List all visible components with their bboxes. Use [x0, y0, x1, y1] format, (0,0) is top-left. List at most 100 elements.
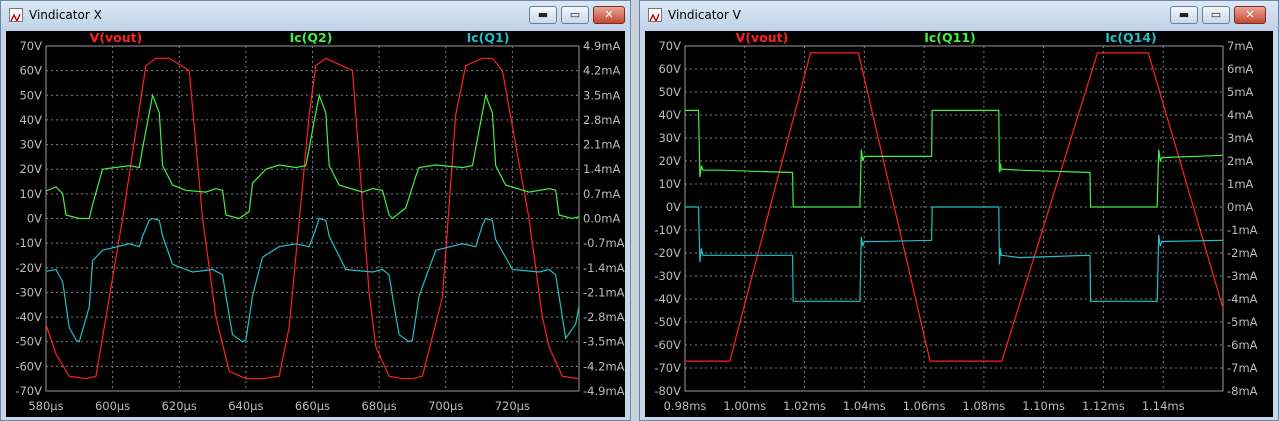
y2-tick-label: -1mA — [1227, 223, 1258, 237]
y2-tick-label: 1mA — [1227, 177, 1254, 191]
y2-tick-label: 3mA — [1227, 131, 1254, 145]
minimize-button[interactable]: ▬ — [1170, 6, 1198, 24]
restore-button[interactable]: ▭ — [561, 6, 589, 24]
minimize-icon: ▬ — [1178, 8, 1190, 21]
y2-tick-label: -5mA — [1227, 315, 1258, 329]
x-tick-label: 660µs — [295, 399, 330, 413]
y2-tick-label: -7mA — [1227, 361, 1258, 375]
y2-tick-label: -4.2mA — [583, 359, 625, 373]
x-tick-label: 1.10ms — [1022, 399, 1065, 413]
y2-tick-label: -2.8mA — [583, 310, 625, 324]
y-tick-label: 50V — [19, 88, 42, 102]
legend-ic-q2-: Ic(Q2) — [290, 31, 333, 45]
waveform-app-icon — [648, 8, 662, 22]
y-tick-label: 20V — [658, 154, 681, 168]
y-tick-label: 0V — [666, 200, 681, 214]
y2-tick-label: -0.7mA — [583, 236, 625, 250]
y-tick-label: -50V — [15, 335, 42, 349]
x-tick-label: 1.08ms — [962, 399, 1005, 413]
minimize-button[interactable]: ▬ — [529, 6, 557, 24]
y2-tick-label: 2.1mA — [583, 138, 620, 152]
y-tick-label: -70V — [654, 361, 681, 375]
x-tick-label: 720µs — [495, 399, 530, 413]
y2-tick-label: -2mA — [1227, 246, 1258, 260]
y-tick-label: -70V — [15, 384, 42, 398]
y2-tick-label: -2.1mA — [583, 285, 625, 299]
waveform-app-icon — [9, 8, 23, 22]
y-tick-label: 60V — [19, 64, 42, 78]
window-title: Vindicator X — [29, 8, 102, 22]
y-tick-label: -20V — [654, 246, 681, 260]
close-button[interactable]: ✕ — [593, 6, 625, 24]
y2-tick-label: 1.4mA — [583, 162, 620, 176]
waveform-chart[interactable]: 70V 4.9mA 60V 4.2mA 50V 3.5mA 40V 2.8mA 30V 2.1mA… — [6, 31, 625, 417]
restore-button[interactable]: ▭ — [1202, 6, 1230, 24]
y-tick-label: -80V — [654, 384, 681, 398]
legend-ic-q11-: Ic(Q11) — [924, 31, 976, 45]
y2-tick-label: -3.5mA — [583, 335, 625, 349]
plot-area[interactable]: 70V 4.9mA 60V 4.2mA 50V 3.5mA 40V 2.8mA 30V 2.1mA… — [6, 31, 625, 417]
y-tick-label: 30V — [658, 131, 681, 145]
y2-tick-label: -8mA — [1227, 384, 1258, 398]
x-tick-label: 580µs — [28, 399, 63, 413]
y-tick-label: -40V — [654, 292, 681, 306]
title-bar[interactable]: Vindicator X ▬ ▭ ✕ — [1, 1, 630, 31]
minimize-icon: ▬ — [537, 8, 549, 21]
x-tick-label: 600µs — [95, 399, 130, 413]
x-tick-label: 1.12ms — [1082, 399, 1125, 413]
y2-tick-label: 6mA — [1227, 62, 1254, 76]
y-tick-label: 20V — [19, 162, 42, 176]
x-tick-label: 1.06ms — [903, 399, 946, 413]
y-tick-label: -60V — [654, 338, 681, 352]
y-tick-label: -10V — [15, 236, 42, 250]
title-bar[interactable]: Vindicator V ▬ ▭ ✕ — [640, 1, 1278, 31]
x-tick-label: 680µs — [361, 399, 396, 413]
waveform-chart[interactable]: 70V 7mA 60V 6mA 50V 5mA 40V 4mA 30V 3mA 20V 2mA 10V 1… — [645, 31, 1273, 417]
window-vindicator-x: Vindicator X ▬ ▭ ✕ 70V 4.9mA 60V 4.2mA 50V 3.… — [0, 0, 631, 421]
y-tick-label: 30V — [19, 138, 42, 152]
x-tick-label: 1.04ms — [843, 399, 886, 413]
plot-area[interactable]: 70V 7mA 60V 6mA 50V 5mA 40V 4mA 30V 3mA 20V 2mA 10V 1… — [645, 31, 1273, 417]
y-tick-label: 70V — [19, 39, 42, 53]
legend-ic-q1-: Ic(Q1) — [467, 31, 510, 45]
y-tick-label: 10V — [19, 187, 42, 201]
series-line-ic-q1- — [45, 217, 580, 343]
series-line-ic-q11- — [685, 109, 1224, 208]
y2-tick-label: 5mA — [1227, 85, 1254, 99]
y-tick-label: 40V — [658, 108, 681, 122]
plot-frame — [684, 45, 1224, 392]
y-tick-label: 50V — [658, 85, 681, 99]
y2-tick-label: 0.0mA — [583, 212, 620, 226]
y-tick-label: -40V — [15, 310, 42, 324]
x-tick-label: 1.02ms — [783, 399, 826, 413]
window-vindicator-v: Vindicator V ▬ ▭ ✕ 70V 7mA 60V 6mA 50V 5mA 40V… — [639, 0, 1279, 421]
y2-tick-label: 3.5mA — [583, 88, 620, 102]
y2-tick-label: 0mA — [1227, 200, 1254, 214]
y2-tick-label: -6mA — [1227, 338, 1258, 352]
y2-tick-label: 2.8mA — [583, 113, 620, 127]
restore-icon: ▭ — [569, 8, 581, 21]
y-tick-label: -30V — [15, 285, 42, 299]
restore-icon: ▭ — [1210, 8, 1222, 21]
y-tick-label: -20V — [15, 261, 42, 275]
y-tick-label: 10V — [658, 177, 681, 191]
y2-tick-label: 4mA — [1227, 108, 1254, 122]
legend-v-vout-: V(vout) — [736, 31, 789, 45]
y2-tick-label: 2mA — [1227, 154, 1254, 168]
close-icon: ✕ — [604, 8, 614, 21]
close-button[interactable]: ✕ — [1234, 6, 1266, 24]
legend-ic-q14-: Ic(Q14) — [1105, 31, 1157, 45]
y-tick-label: -10V — [654, 223, 681, 237]
y-tick-label: 60V — [658, 62, 681, 76]
y2-tick-label: -4mA — [1227, 292, 1258, 306]
x-tick-label: 1.14ms — [1142, 399, 1185, 413]
y-tick-label: 70V — [658, 39, 681, 53]
y-tick-label: 40V — [19, 113, 42, 127]
y-tick-label: -30V — [654, 269, 681, 283]
y-tick-label: -50V — [654, 315, 681, 329]
y2-tick-label: -3mA — [1227, 269, 1258, 283]
x-tick-label: 1.00ms — [723, 399, 766, 413]
y2-tick-label: 4.9mA — [583, 39, 620, 53]
close-icon: ✕ — [1245, 8, 1255, 21]
y-tick-label: 0V — [27, 212, 42, 226]
